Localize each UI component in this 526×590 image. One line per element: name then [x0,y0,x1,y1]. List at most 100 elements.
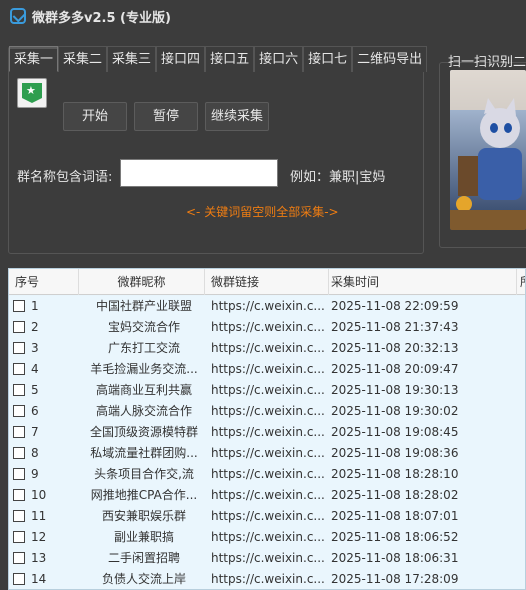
row-name: 二手闲置招聘 [107,551,180,565]
table-row[interactable]: 12 副业兼职搞 https://c.weixin.c... 2025-11-08 1… [9,527,525,548]
row-link[interactable]: https://c.weixin.c... [211,506,329,527]
row-checkbox[interactable] [13,300,25,312]
row-time: 2025-11-08 22:09:59 [331,299,459,313]
keyword-hint: <- 关键词留空则全部采集-> [186,205,339,219]
row-name: 网推地推CPA合作... [90,488,198,502]
table-header: 序号 微群昵称 微群链接 采集时间 所 [9,269,525,295]
row-time: 2025-11-08 19:08:45 [331,425,459,439]
row-link[interactable]: https://c.weixin.c... [211,485,329,506]
table-row[interactable]: 6 高端人脉交流合作 https://c.weixin.c... 2025-11-08… [9,401,525,422]
header-time[interactable]: 采集时间 [331,269,517,295]
row-link[interactable]: https://c.weixin.c... [211,380,329,401]
row-name: 负债人交流上岸 [101,572,186,586]
table-row[interactable]: 8 私域流量社群团购... https://c.weixin.c... 2025-11… [9,443,525,464]
row-no: 2 [31,320,39,334]
table-row[interactable]: 13 二手闲置招聘 https://c.weixin.c... 2025-11-08 … [9,548,525,569]
badge-star-icon: ★ [17,78,47,108]
row-no: 8 [31,446,39,460]
start-button[interactable]: 开始 [63,102,127,131]
row-name: 头条项目合作交,流 [94,467,194,481]
row-name: 宝妈交流合作 [107,320,180,334]
tab-interface-4[interactable]: 接口四 [156,46,206,72]
row-name: 高端商业互利共赢 [95,383,192,397]
row-no: 13 [31,551,47,565]
row-time: 2025-11-08 20:32:13 [331,341,459,355]
row-no: 9 [31,467,39,481]
table-row[interactable]: 5 高端商业互利共赢 https://c.weixin.c... 2025-11-08… [9,380,525,401]
row-link[interactable]: https://c.weixin.c... [211,401,329,422]
row-checkbox[interactable] [13,573,25,585]
header-extra[interactable]: 所 [520,269,525,295]
row-checkbox[interactable] [13,510,25,522]
row-checkbox[interactable] [13,531,25,543]
row-link[interactable]: https://c.weixin.c... [211,569,329,589]
continue-button[interactable]: 继续采集 [205,102,269,131]
row-link[interactable]: https://c.weixin.c... [211,464,329,485]
header-name[interactable]: 微群昵称 [79,269,205,295]
row-link[interactable]: https://c.weixin.c... [211,443,329,464]
app-check-icon [10,8,26,24]
row-checkbox[interactable] [13,552,25,564]
tab-collect-2[interactable]: 采集二 [58,46,108,72]
title-bar: 微群多多v2.5 (专业版) [0,0,526,32]
row-no: 4 [31,362,39,376]
row-name: 副业兼职搞 [113,530,174,544]
table-row[interactable]: 14 负债人交流上岸 https://c.weixin.c... 2025-11-08… [9,569,525,589]
row-checkbox[interactable] [13,405,25,417]
table-row[interactable]: 10 网推地推CPA合作... https://c.weixin.c... 2025-… [9,485,525,506]
keyword-example: 例如：兼职|宝妈 [290,170,386,185]
tab-collect-1[interactable]: 采集一 [9,46,59,72]
table-row[interactable]: 4 羊毛捡漏业务交流... https://c.weixin.c... 2025-11… [9,359,525,380]
header-no[interactable]: 序号 [15,269,79,295]
row-checkbox[interactable] [13,363,25,375]
row-link[interactable]: https://c.weixin.c... [211,338,329,359]
row-time: 2025-11-08 19:30:13 [331,383,459,397]
row-checkbox[interactable] [13,321,25,333]
row-checkbox[interactable] [13,384,25,396]
row-link[interactable]: https://c.weixin.c... [211,527,329,548]
row-no: 14 [31,572,47,586]
row-link[interactable]: https://c.weixin.c... [211,422,329,443]
row-no: 12 [31,530,47,544]
row-checkbox[interactable] [13,447,25,459]
table-row[interactable]: 7 全国顶级资源模特群 https://c.weixin.c... 2025-11-0… [9,422,525,443]
tab-interface-7[interactable]: 接口七 [303,46,353,72]
row-name: 广东打工交流 [107,341,180,355]
tab-qr-export[interactable]: 二维码导出 [352,46,428,72]
keyword-input[interactable] [120,159,278,187]
row-checkbox[interactable] [13,489,25,501]
row-checkbox[interactable] [13,342,25,354]
table-row[interactable]: 3 广东打工交流 https://c.weixin.c... 2025-11-08 2… [9,338,525,359]
row-time: 2025-11-08 18:28:02 [331,488,459,502]
tab-interface-6[interactable]: 接口六 [254,46,304,72]
row-checkbox[interactable] [13,468,25,480]
row-no: 7 [31,425,39,439]
row-checkbox[interactable] [13,426,25,438]
header-link[interactable]: 微群链接 [211,269,329,295]
row-time: 2025-11-08 18:06:31 [331,551,459,565]
collect-panel [8,46,424,254]
row-time: 2025-11-08 18:06:52 [331,530,459,544]
tab-interface-5[interactable]: 接口五 [205,46,255,72]
row-no: 1 [31,299,39,313]
table-row[interactable]: 2 宝妈交流合作 https://c.weixin.c... 2025-11-08 2… [9,317,525,338]
table-row[interactable]: 1 中国社群产业联盟 https://c.weixin.c... 2025-11-08… [9,296,525,317]
qr-image [450,70,526,230]
pause-button[interactable]: 暂停 [134,102,198,131]
row-time: 2025-11-08 19:30:02 [331,404,459,418]
qr-title: 扫一扫识别二维 [448,55,526,70]
group-table: 序号 微群昵称 微群链接 采集时间 所 1 中国社群产业联盟 https://c.w… [8,268,526,590]
row-link[interactable]: https://c.weixin.c... [211,296,329,317]
row-link[interactable]: https://c.weixin.c... [211,359,329,380]
row-name: 高端人脉交流合作 [95,404,192,418]
table-row[interactable]: 11 西安兼职娱乐群 https://c.weixin.c... 2025-11-08… [9,506,525,527]
tab-bar: 采集一 采集二 采集三 接口四 接口五 接口六 接口七 二维码导出 [9,46,428,72]
tab-collect-3[interactable]: 采集三 [107,46,157,72]
row-name: 私域流量社群团购... [90,446,198,460]
row-link[interactable]: https://c.weixin.c... [211,317,329,338]
row-time: 2025-11-08 20:09:47 [331,362,459,376]
row-no: 3 [31,341,39,355]
window-title: 微群多多v2.5 (专业版) [32,11,171,26]
table-row[interactable]: 9 头条项目合作交,流 https://c.weixin.c... 2025-11-0… [9,464,525,485]
row-link[interactable]: https://c.weixin.c... [211,548,329,569]
